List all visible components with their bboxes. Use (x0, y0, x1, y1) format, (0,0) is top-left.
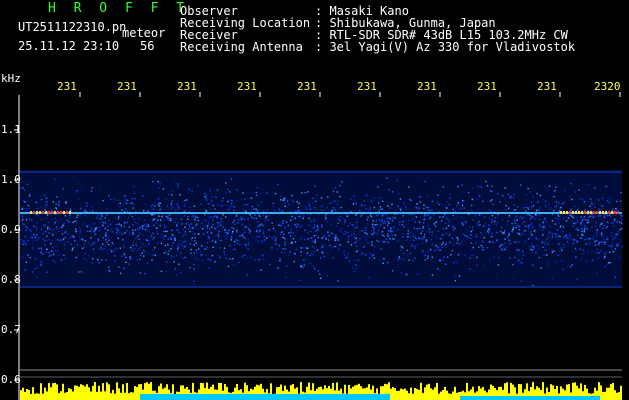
signal-hotspot (611, 211, 613, 214)
signal-hotspot (605, 211, 607, 214)
signal-hotspot (599, 211, 601, 214)
noise-band (20, 170, 622, 288)
signal-hotspot (54, 211, 56, 214)
signal-hotspot (578, 211, 580, 214)
signal-hotspot (602, 211, 604, 214)
y-tick: 0.6 (1, 373, 21, 386)
signal-hotspot (36, 211, 38, 214)
filename-suffix: meteor (122, 26, 166, 40)
signal-hotspot (60, 211, 62, 214)
signal-hotspot (563, 211, 565, 214)
signal-hotspot (590, 211, 592, 214)
baseline-bar (140, 394, 390, 400)
signal-hotspot (587, 211, 589, 214)
signal-hotspot (51, 211, 53, 214)
signal-hotspot (569, 211, 571, 214)
signal-hotspot (57, 211, 59, 214)
y-tick: 0.7 (1, 323, 21, 336)
time-label: 231 (357, 80, 377, 93)
antenna-value: : 3el Yagi(V) Az 330 for Vladivostok (315, 40, 576, 54)
unit-label: kHz (1, 72, 21, 85)
signal-hotspot (584, 211, 586, 214)
time-label: 231 (537, 80, 557, 93)
time-label: 231 (477, 80, 497, 93)
signal-hotspot (66, 211, 68, 214)
signal-hotspot (575, 211, 577, 214)
signal-hotspot (596, 211, 598, 214)
time-label: 231 (297, 80, 317, 93)
hrofft-screen: H R O F F T UT2511122310.pn meteor 25.11… (0, 0, 629, 400)
y-tick: 0.9 (1, 223, 21, 236)
seconds-label: 56 (140, 39, 155, 53)
baseline-bar (460, 396, 600, 400)
app-title: H R O F F T (48, 1, 190, 16)
signal-hotspot (30, 211, 32, 214)
signal-hotspot (614, 211, 616, 214)
signal-hotspot (617, 211, 619, 214)
signal-hotspot (581, 211, 583, 214)
antenna-label: Receiving Antenna (180, 40, 303, 54)
signal-hotspot (48, 211, 50, 214)
y-tick: 0.8 (1, 273, 21, 286)
time-label: 2320 (594, 80, 621, 93)
time-label: 231 (417, 80, 437, 93)
y-tick: 1.0 (1, 173, 21, 186)
filename-label: UT2511122310.pn (18, 20, 127, 34)
signal-hotspot (63, 211, 65, 214)
signal-hotspot (608, 211, 610, 214)
signal-hotspot (42, 211, 44, 214)
signal-hotspot (572, 211, 574, 214)
y-tick: 1.1 (1, 123, 21, 136)
time-label: 231 (177, 80, 197, 93)
signal-hotspot (69, 211, 71, 214)
time-label: 231 (237, 80, 257, 93)
signal-hotspot (560, 211, 562, 214)
signal-hotspot (566, 211, 568, 214)
time-label: 231 (117, 80, 137, 93)
waterfall-spectrogram (14, 92, 623, 400)
signal-hotspot (593, 211, 595, 214)
time-label: 231 (57, 80, 77, 93)
signal-hotspot (33, 211, 35, 214)
signal-hotspot (45, 211, 47, 214)
datetime-label: 25.11.12 23:10 (18, 39, 120, 53)
signal-hotspot (39, 211, 41, 214)
